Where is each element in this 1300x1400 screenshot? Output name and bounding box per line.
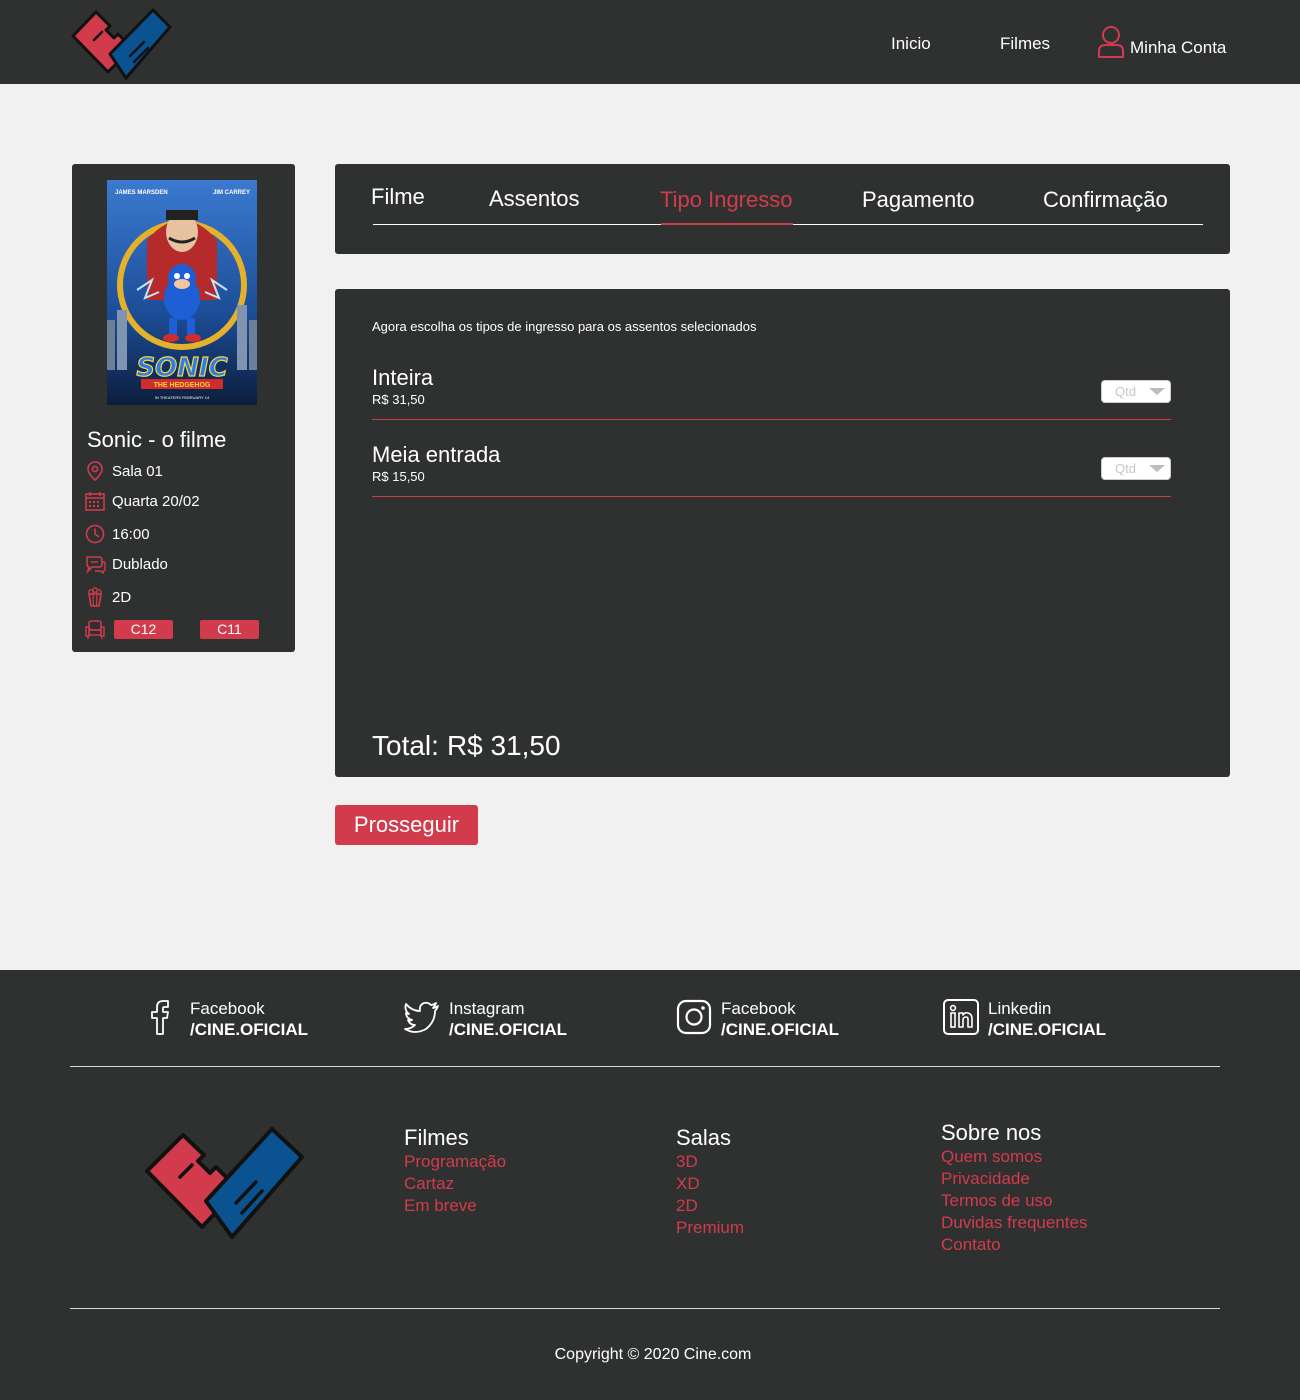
ticket-name-inteira: Inteira	[372, 365, 434, 390]
social-network: Facebook	[190, 999, 265, 1018]
footer-col-title: Salas	[676, 1125, 732, 1150]
active-step-indicator	[661, 223, 793, 225]
poster-subtitle: THE HEDGEHOG	[154, 382, 211, 389]
footer-col-filmes: Filmes Programação Cartaz Em breve	[404, 1125, 506, 1217]
step-tipo-ingresso[interactable]: Tipo Ingresso	[660, 187, 792, 213]
top-header: Inicio Filmes Minha Conta	[0, 0, 1300, 84]
footer-link[interactable]: Termos de uso	[941, 1190, 1087, 1212]
ticket-divider	[372, 496, 1171, 497]
clock-icon	[85, 524, 105, 544]
poster-tagline: IN THEATERS FEBRUARY 14	[155, 395, 210, 400]
popcorn-icon	[88, 587, 102, 607]
user-icon	[1098, 26, 1124, 58]
room-text: Sala 01	[112, 462, 163, 480]
footer-col-title: Sobre nos	[941, 1120, 1042, 1145]
linkedin-icon	[943, 999, 979, 1035]
total: Total: R$ 31,50	[372, 730, 561, 762]
nav-account[interactable]: Minha Conta	[1097, 25, 1226, 59]
instruction-text: Agora escolha os tipos de ingresso para …	[372, 319, 757, 334]
step-filme[interactable]: Filme	[371, 184, 425, 210]
social-linkedin[interactable]: Linkedin /CINE.OFICIAL	[942, 998, 1106, 1040]
proceed-button[interactable]: Prosseguir	[335, 805, 478, 845]
social-network: Linkedin	[988, 999, 1052, 1018]
movie-title: Sonic - o filme	[87, 427, 227, 452]
footer-link[interactable]: Programação	[404, 1151, 506, 1173]
total-value: R$ 31,50	[446, 730, 561, 761]
ticket-type-panel: Agora escolha os tipos de ingresso para …	[335, 289, 1230, 777]
nav-inicio[interactable]: Inicio	[891, 34, 931, 54]
footer-link[interactable]: Cartaz	[404, 1173, 506, 1195]
footer-link[interactable]: Privacidade	[941, 1168, 1087, 1190]
footer-col-title: Filmes	[404, 1125, 469, 1150]
footer-link[interactable]: Quem somos	[941, 1146, 1087, 1168]
format-text: 2D	[112, 588, 132, 606]
footer: Facebook /CINE.OFICIAL Instagram /CINE.O…	[0, 970, 1300, 1400]
footer-link[interactable]: Duvidas frequentes	[941, 1212, 1087, 1234]
social-handle: /CINE.OFICIAL	[190, 1020, 309, 1039]
footer-link[interactable]: 2D	[676, 1195, 744, 1217]
seat-icon	[85, 620, 105, 639]
seat-badge: C12	[114, 620, 173, 639]
qty-placeholder: Qtd	[1115, 384, 1136, 399]
footer-link[interactable]: Em breve	[404, 1195, 506, 1217]
step-confirmacao[interactable]: Confirmação	[1043, 187, 1168, 213]
time-text: 16:00	[112, 525, 150, 543]
social-handle: /CINE.OFICIAL	[721, 1020, 840, 1039]
step-pagamento[interactable]: Pagamento	[862, 187, 975, 213]
ticket-price-meia: R$ 15,50	[372, 469, 425, 484]
audio-text: Dublado	[112, 555, 168, 573]
qty-select-meia[interactable]: Qtd	[1101, 457, 1171, 480]
poster-actor-right: JIM CARREY	[213, 190, 250, 196]
social-handle: /CINE.OFICIAL	[988, 1020, 1107, 1039]
footer-link[interactable]: Premium	[676, 1217, 744, 1239]
social-facebook-1[interactable]: Facebook /CINE.OFICIAL	[144, 998, 308, 1040]
footer-link[interactable]: Contato	[941, 1234, 1087, 1256]
date-text: Quarta 20/02	[112, 492, 200, 510]
footer-divider	[70, 1308, 1220, 1309]
tickets-logo-icon[interactable]	[144, 1125, 306, 1240]
footer-divider	[70, 1066, 1220, 1067]
poster-title: SONIC	[136, 353, 227, 383]
room-row: Sala 01	[84, 460, 163, 482]
time-row: 16:00	[84, 523, 150, 545]
facebook-icon	[151, 1000, 169, 1035]
seat-badge: C11	[200, 620, 259, 639]
dropdown-arrow-icon	[1149, 465, 1165, 472]
footer-link[interactable]: 3D	[676, 1151, 744, 1173]
ticket-price-inteira: R$ 31,50	[372, 392, 425, 407]
total-label: Total:	[372, 730, 439, 761]
dropdown-arrow-icon	[1149, 388, 1165, 395]
qty-select-inteira[interactable]: Qtd	[1101, 380, 1171, 403]
ticket-name-meia: Meia entrada	[372, 442, 501, 467]
social-network: Instagram	[449, 999, 525, 1018]
poster-actor-left: JAMES MARSDEN	[115, 190, 168, 196]
format-row: 2D	[84, 586, 131, 608]
movie-summary-card: JAMES MARSDEN JIM CARREY SONIC THE HEDGE…	[72, 164, 295, 652]
nav-filmes[interactable]: Filmes	[1000, 34, 1050, 54]
footer-link[interactable]: XD	[676, 1173, 744, 1195]
nav-account-label: Minha Conta	[1130, 38, 1227, 57]
chat-bubbles-icon	[86, 556, 106, 575]
tickets-logo-icon[interactable]	[70, 6, 174, 80]
checkout-steps: Filme Assentos Tipo Ingresso Pagamento C…	[335, 164, 1230, 254]
twitter-icon	[404, 1001, 439, 1033]
location-pin-icon	[87, 461, 103, 482]
step-assentos[interactable]: Assentos	[489, 186, 580, 212]
ticket-divider	[372, 419, 1171, 420]
movie-poster: JAMES MARSDEN JIM CARREY SONIC THE HEDGE…	[107, 180, 257, 405]
calendar-icon	[85, 492, 105, 511]
seats-row	[84, 618, 112, 640]
social-instagram[interactable]: Instagram /CINE.OFICIAL	[403, 998, 567, 1040]
social-network: Facebook	[721, 999, 796, 1018]
social-handle: /CINE.OFICIAL	[449, 1020, 568, 1039]
qty-placeholder: Qtd	[1115, 461, 1136, 476]
social-facebook-2[interactable]: Facebook /CINE.OFICIAL	[675, 998, 839, 1040]
instagram-icon	[676, 999, 712, 1035]
date-row: Quarta 20/02	[84, 490, 200, 512]
footer-col-salas: Salas 3D XD 2D Premium	[676, 1125, 744, 1239]
audio-row: Dublado	[84, 553, 168, 575]
copyright: Copyright © 2020 Cine.com	[554, 1346, 752, 1363]
footer-col-sobre-nos: Sobre nos Quem somos Privacidade Termos …	[941, 1120, 1087, 1256]
